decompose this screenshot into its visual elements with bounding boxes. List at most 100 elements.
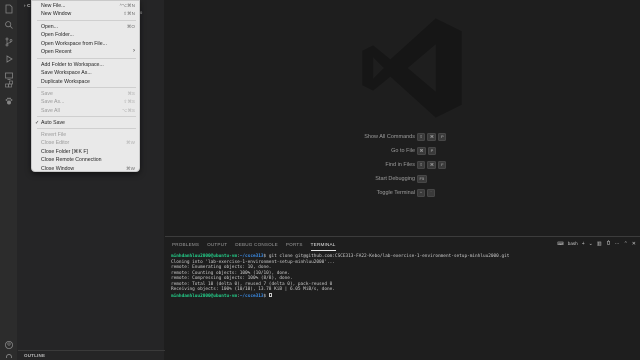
shortcut-label: Start Debugging [375,176,415,182]
menu-item-label: Save Workspace As... [41,70,92,76]
key-cap: P [428,147,436,155]
terminal-line: remote: Total 10 (delta 0), reused 7 (de… [171,281,333,287]
key-cap: ⌘ [417,147,426,155]
tab-ports[interactable]: PORTS [286,241,303,251]
menu-item-add-folder[interactable]: Add Folder to Workspace... [32,60,139,69]
panel-tabs: PROBLEMS OUTPUT DEBUG CONSOLE PORTS TERM… [172,241,336,251]
tab-debug-console[interactable]: DEBUG CONSOLE [235,241,278,251]
submenu-arrow-icon: › [133,48,135,54]
menu-item-label: Close Window [41,165,75,172]
menu-item-label: Open... [41,23,59,30]
terminal-shell-icon: ⌨ [557,240,564,246]
menu-item-label: Duplicate Workspace [41,78,90,85]
menu-item-open-workspace[interactable]: Open Workspace from File... [32,39,139,48]
outline-section-header[interactable]: OUTLINE [24,353,45,358]
menu-item-label: New Window [41,11,72,17]
shortcut-label: Find in Files [385,162,415,168]
menu-item-label: Open Workspace from File... [41,40,107,47]
terminal-command: git clone git@github.com:CSCE313-FA22-Ke… [268,254,510,259]
paw-icon[interactable] [4,96,14,106]
menu-item-auto-save[interactable]: ✓ Auto Save [32,118,139,127]
shortcut-row-go-to-file[interactable]: Go to File ⌘ P [275,147,535,157]
menu-item-open-folder[interactable]: Open Folder... [32,31,139,40]
menu-item-shortcut: ⌘O [126,23,135,29]
shortcut-label: Toggle Terminal [376,190,415,196]
menu-item-save-as[interactable]: Save As... ⇧⌘S [32,98,139,107]
run-debug-icon[interactable] [4,54,14,64]
menu-item-save-workspace-as[interactable]: Save Workspace As... [32,69,139,78]
shortcut-row-start-debugging[interactable]: Start Debugging F5 [275,175,535,185]
terminal-line: Cloning into 'lab-exercise-1-environment… [171,259,335,265]
menu-item-shortcut: ⌘W [126,165,135,171]
editor-area: Show All Commands ⇧ ⌘ P Go to File ⌘ P F… [165,0,640,236]
explorer-item-count: 0 [140,10,143,15]
search-icon[interactable] [4,20,14,30]
terminal-name[interactable]: bash [568,241,578,246]
new-terminal-button[interactable]: + [582,241,585,247]
terminal-cursor [268,292,272,298]
menu-item-label: Close Folder [⌘K F] [41,148,88,155]
shortcut-label: Go to File [391,148,415,154]
menu-item-shortcut: ⌘W [126,140,135,145]
kill-terminal-icon[interactable] [606,240,611,247]
terminal-prompt-path: ~/csce313 [239,293,264,299]
files-icon[interactable] [4,4,14,14]
menu-item-label: Open Recent [41,49,72,55]
tab-output[interactable]: OUTPUT [207,241,227,251]
maximize-panel-icon[interactable]: ⌃ [624,241,628,247]
bottom-panel: PROBLEMS OUTPUT DEBUG CONSOLE PORTS TERM… [165,236,640,360]
shortcut-row-show-all-commands[interactable]: Show All Commands ⇧ ⌘ P [275,133,535,143]
menu-item-label: Auto Save [41,119,65,126]
key-cap: ` [427,189,435,197]
more-actions-icon[interactable]: ··· [615,241,620,247]
chevron-right-icon: › [24,3,26,8]
menu-item-save-all[interactable]: Save All ⌥⌘S [32,106,139,115]
checkmark-icon: ✓ [35,119,40,126]
menu-item-close-editor[interactable]: Close Editor ⌘W [32,139,139,148]
menu-item-label: Open Folder... [41,32,74,38]
menu-item-label: New File... [41,2,66,9]
extensions-icon[interactable] [4,80,14,90]
tab-problems[interactable]: PROBLEMS [172,241,199,251]
menu-item-shortcut: ⌘S [127,90,135,96]
menu-item-open-recent[interactable]: Open Recent › [32,48,139,57]
terminal-dropdown-icon[interactable]: ⌄ [589,241,593,247]
settings-gear-icon[interactable] [4,352,14,358]
menu-item-label: Close Editor [41,140,70,146]
key-cap: ⇧ [417,161,426,169]
menu-item-label: Revert File [41,131,67,138]
menu-item-label: Close Remote Connection [41,157,102,163]
menu-item-close-window[interactable]: Close Window ⌘W [32,164,139,172]
terminal-line: Receiving objects: 100% (10/10), 13.78 K… [171,287,335,293]
sidebar-divider [18,350,165,351]
menu-item-label: Save All [41,107,60,114]
panel-toolbar: ⌨ bash + ⌄ ▥ ··· ⌃ ✕ [557,240,636,247]
menu-item-label: Save As... [41,99,65,105]
vscode-window: › CS OUTLINE 0 Show All Commands ⇧ ⌘ P G… [0,0,640,360]
account-icon[interactable] [4,340,14,350]
menu-item-close-remote-connection[interactable]: Close Remote Connection [32,156,139,165]
menu-item-save[interactable]: Save ⌘S [32,89,139,98]
menu-item-label: Add Folder to Workspace... [41,61,104,68]
key-cap: F [438,161,447,169]
source-control-icon[interactable] [4,37,14,47]
menu-separator [37,116,136,117]
shortcut-row-find-in-files[interactable]: Find in Files ⇧ ⌘ F [275,161,535,171]
menu-item-open[interactable]: Open... ⌘O [32,22,139,31]
menu-separator [37,87,136,88]
terminal-prompt-user: minhdanhluu2000@ubuntu-vm [171,254,238,259]
menu-item-new-file[interactable]: New File... ^⌥⌘N [32,1,139,10]
key-cap: ⇧ [417,133,426,141]
menu-separator [37,20,136,21]
split-terminal-icon[interactable]: ▥ [597,241,602,247]
terminal-output[interactable]: minhdanhluu2000@ubuntu-vm:~/csce313$ git… [171,254,631,299]
shortcut-row-toggle-terminal[interactable]: Toggle Terminal ^ ` [275,189,535,199]
menu-item-shortcut: ⇧⌘N [123,11,135,16]
menu-item-revert-file[interactable]: Revert File [32,130,139,139]
key-cap: ⌘ [427,161,437,169]
menu-item-new-window[interactable]: New Window ⇧⌘N [32,10,139,19]
tab-terminal[interactable]: TERMINAL [310,241,336,251]
menu-item-duplicate-workspace[interactable]: Duplicate Workspace [32,77,139,86]
menu-item-close-folder[interactable]: Close Folder [⌘K F] [32,147,139,156]
close-panel-icon[interactable]: ✕ [632,241,636,247]
